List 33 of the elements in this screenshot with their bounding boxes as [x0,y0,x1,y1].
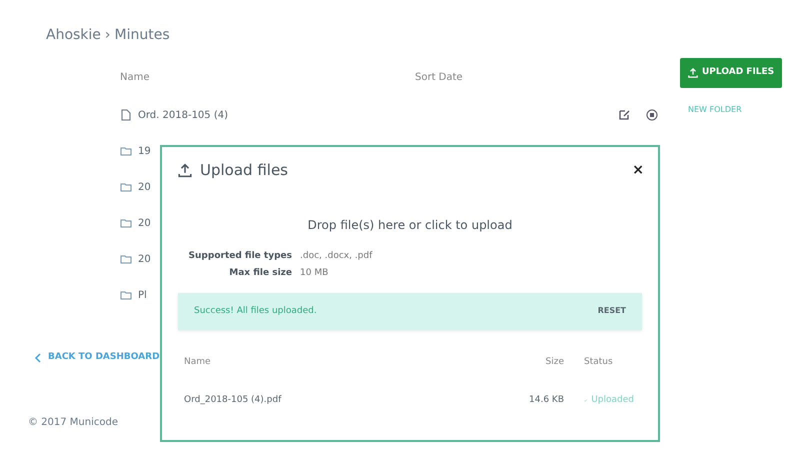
document-icon [120,109,132,121]
edit-icon[interactable] [618,109,630,121]
column-header: Sort Date [415,71,463,85]
column-header: Status [583,356,614,369]
file-name: Ord_2018-105 (4).pdf [184,394,282,406]
info-label: Max file size [228,267,292,280]
file-name[interactable]: Ord. 2018-105 (4) [138,108,618,122]
upload-files-button[interactable]: UPLOAD FILES [680,58,782,88]
dialog-title: Upload files [200,160,288,181]
folder-icon [120,181,132,193]
folder-icon [120,253,132,265]
copyright-text: © 2017 Municode [28,416,120,430]
info-label: Supported file types [188,250,292,262]
upload-icon [178,162,192,178]
reset-button[interactable]: RESET [598,305,626,318]
info-value: 10 MB [300,267,328,280]
breadcrumb-current: Minutes [114,26,170,45]
folder-icon [120,145,132,157]
delete-icon[interactable] [646,109,658,121]
success-message: Success! All files uploaded. [194,304,317,318]
file-size: 14.6 KB [528,394,564,406]
upload-icon [688,68,698,78]
close-button[interactable]: × [632,163,644,178]
folder-icon [120,217,132,229]
column-header: Size [544,356,564,369]
column-header: Name [184,356,212,369]
folder-icon [120,289,132,301]
column-header: Name [120,71,151,85]
breadcrumb-link[interactable]: Ahoskie [46,25,101,46]
drop-zone-text[interactable]: Drop file(s) here or click to upload [162,216,658,234]
status-text: Uploaded [591,394,634,406]
breadcrumb-separator: › [104,26,111,45]
info-value: .doc, .docx, .pdf [300,250,372,262]
